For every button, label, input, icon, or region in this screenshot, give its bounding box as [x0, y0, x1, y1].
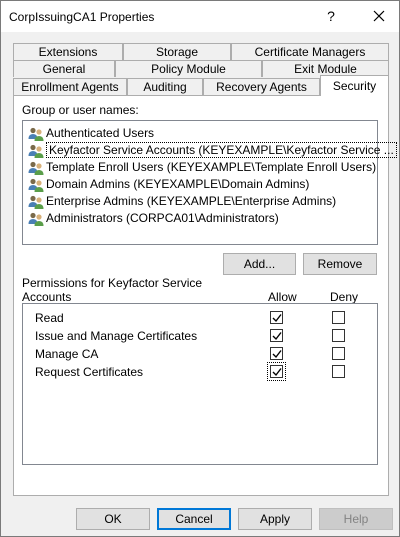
- deny-checkbox-read[interactable]: [332, 311, 345, 324]
- help-button[interactable]: Help: [319, 508, 393, 530]
- users-group-icon: [28, 127, 44, 141]
- deny-checkbox-manage-ca[interactable]: [332, 347, 345, 360]
- allow-column-header: Allow: [268, 290, 297, 304]
- checkmark-icon: [272, 368, 282, 377]
- permission-label: Read: [35, 311, 64, 325]
- permission-row: Read: [35, 310, 64, 326]
- allow-checkbox-issue-manage[interactable]: [270, 329, 283, 342]
- permissions-label-line1: Permissions for Keyfactor Service: [22, 276, 203, 290]
- users-group-icon: [28, 212, 44, 226]
- checkmark-icon: [272, 332, 282, 341]
- group-or-user-names-label: Group or user names:: [22, 103, 139, 117]
- checkmark-icon: [272, 350, 282, 359]
- list-item[interactable]: Authenticated Users: [28, 125, 154, 141]
- permissions-label-line2: Accounts: [22, 290, 72, 304]
- tab-auditing[interactable]: Auditing: [127, 78, 203, 95]
- permission-label: Request Certificates: [35, 365, 144, 379]
- tab-security[interactable]: Security: [320, 75, 389, 96]
- tab-policy-module[interactable]: Policy Module: [115, 60, 262, 77]
- permission-row: Manage CA: [35, 346, 98, 362]
- permissions-list: Read Issue and Manage Certificates Manag…: [22, 303, 378, 465]
- permission-label: Issue and Manage Certificates: [35, 329, 198, 343]
- add-button[interactable]: Add...: [223, 253, 296, 275]
- users-group-icon: [28, 195, 44, 209]
- checkmark-icon: [272, 314, 282, 323]
- deny-checkbox-request-certificates[interactable]: [332, 365, 345, 378]
- list-item-label: Authenticated Users: [46, 126, 155, 140]
- list-item-label: Administrators (CORPCA01\Administrators): [46, 211, 279, 225]
- close-button[interactable]: [361, 1, 399, 32]
- deny-checkbox-issue-manage[interactable]: [332, 329, 345, 342]
- allow-checkbox-manage-ca[interactable]: [270, 347, 283, 360]
- deny-column-header: Deny: [330, 290, 359, 304]
- remove-button[interactable]: Remove: [303, 253, 377, 275]
- tab-certificate-managers[interactable]: Certificate Managers: [231, 43, 389, 60]
- close-icon: [373, 10, 385, 22]
- apply-button[interactable]: Apply: [238, 508, 312, 530]
- tab-storage[interactable]: Storage: [123, 43, 231, 60]
- list-item-label: Enterprise Admins (KEYEXAMPLE\Enterprise…: [46, 194, 337, 208]
- ok-button[interactable]: OK: [76, 508, 150, 530]
- list-item-label: Domain Admins (KEYEXAMPLE\Domain Admins): [46, 177, 310, 191]
- properties-dialog: CorpIssuingCA1 Properties ? Extensions S…: [0, 0, 400, 537]
- list-item[interactable]: Keyfactor Service Accounts (KEYEXAMPLE\K…: [28, 142, 397, 158]
- group-user-list[interactable]: Authenticated Users Keyfactor Service Ac…: [22, 120, 397, 245]
- dialog-footer: OK Cancel Apply Help: [1, 496, 399, 536]
- tab-extensions[interactable]: Extensions: [13, 43, 123, 60]
- users-group-icon: [28, 178, 44, 192]
- tab-recovery-agents[interactable]: Recovery Agents: [203, 78, 320, 95]
- tab-enrollment-agents[interactable]: Enrollment Agents: [13, 78, 127, 95]
- tab-general[interactable]: General: [13, 60, 115, 77]
- list-item-label: Keyfactor Service Accounts (KEYEXAMPLE\K…: [46, 142, 397, 158]
- permission-row: Issue and Manage Certificates: [35, 328, 197, 344]
- list-item[interactable]: Template Enroll Users (KEYEXAMPLE\Templa…: [28, 159, 376, 175]
- permission-row: Request Certificates: [35, 364, 143, 380]
- list-item[interactable]: Administrators (CORPCA01\Administrators): [28, 210, 279, 226]
- list-item-label: Template Enroll Users (KEYEXAMPLE\Templa…: [46, 160, 377, 174]
- cancel-button[interactable]: Cancel: [157, 508, 231, 530]
- users-group-icon: [28, 144, 44, 158]
- list-item[interactable]: Domain Admins (KEYEXAMPLE\Domain Admins): [28, 176, 309, 192]
- window-title: CorpIssuingCA1 Properties: [9, 10, 155, 24]
- help-icon[interactable]: ?: [319, 4, 343, 28]
- allow-checkbox-request-certificates[interactable]: [270, 365, 283, 378]
- permission-label: Manage CA: [35, 347, 99, 361]
- users-group-icon: [28, 161, 44, 175]
- title-bar: CorpIssuingCA1 Properties ?: [1, 1, 399, 32]
- allow-checkbox-read[interactable]: [270, 311, 283, 324]
- list-item[interactable]: Enterprise Admins (KEYEXAMPLE\Enterprise…: [28, 193, 336, 209]
